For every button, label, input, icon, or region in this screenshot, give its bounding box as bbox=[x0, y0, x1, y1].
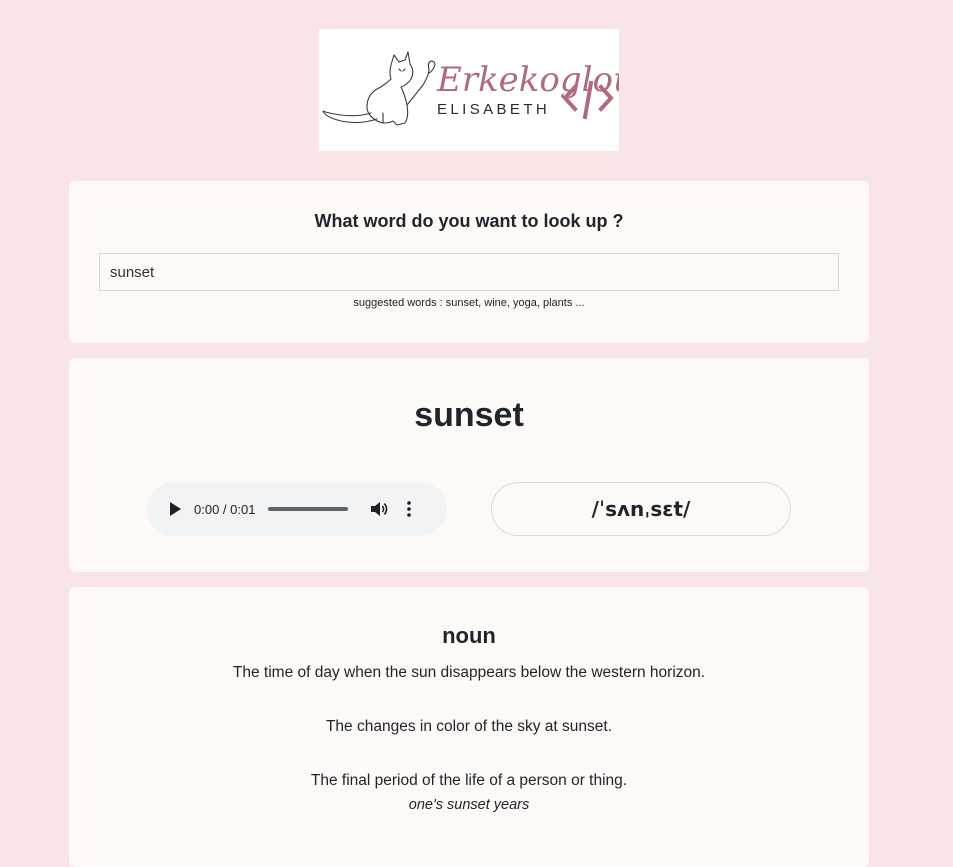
definition-text: The time of day when the sun disappears … bbox=[232, 664, 706, 681]
suggested-words: suggested words : sunset, wine, yoga, pl… bbox=[353, 297, 585, 309]
definition-item: The time of day when the sun disappears … bbox=[69, 661, 869, 685]
definition-list: The time of day when the sun disappears … bbox=[69, 661, 869, 817]
logo-script: Erkekoglou bbox=[436, 60, 619, 100]
audio-time: 0:00 / 0:01 bbox=[194, 501, 256, 517]
logo-name: ELISABETH bbox=[437, 101, 550, 118]
search-input[interactable] bbox=[99, 253, 839, 291]
definition-item: The final period of the life of a person… bbox=[69, 769, 869, 817]
logo-graphic: Erkekoglou ELISABETH bbox=[322, 51, 619, 126]
volume-icon[interactable] bbox=[370, 499, 390, 519]
search-heading: What word do you want to look up ? bbox=[314, 211, 624, 231]
definition-text: The final period of the life of a person… bbox=[310, 772, 628, 789]
phonetic-display: /ˈsʌnˌsɛt/ bbox=[491, 482, 791, 536]
audio-player[interactable]: 0:00 / 0:01 bbox=[147, 482, 447, 536]
word-card: sunset 0:00 / 0:01 /ˈsʌnˌsɛt/ bbox=[69, 358, 869, 572]
cat-icon bbox=[322, 51, 436, 126]
more-vert-icon[interactable] bbox=[402, 499, 416, 519]
definition-item: The changes in color of the sky at sunse… bbox=[69, 715, 869, 739]
play-icon[interactable] bbox=[165, 499, 185, 519]
site-logo: Erkekoglou ELISABETH bbox=[319, 29, 619, 151]
definition-text: The changes in color of the sky at sunse… bbox=[325, 718, 613, 735]
audio-progress-bar[interactable] bbox=[268, 507, 349, 511]
meaning-card: noun The time of day when the sun disapp… bbox=[69, 587, 869, 867]
search-card: What word do you want to look up ? sugge… bbox=[69, 181, 869, 343]
definition-example: one's sunset years bbox=[408, 797, 530, 813]
word-title: sunset bbox=[414, 396, 524, 434]
part-of-speech: noun bbox=[442, 623, 496, 648]
